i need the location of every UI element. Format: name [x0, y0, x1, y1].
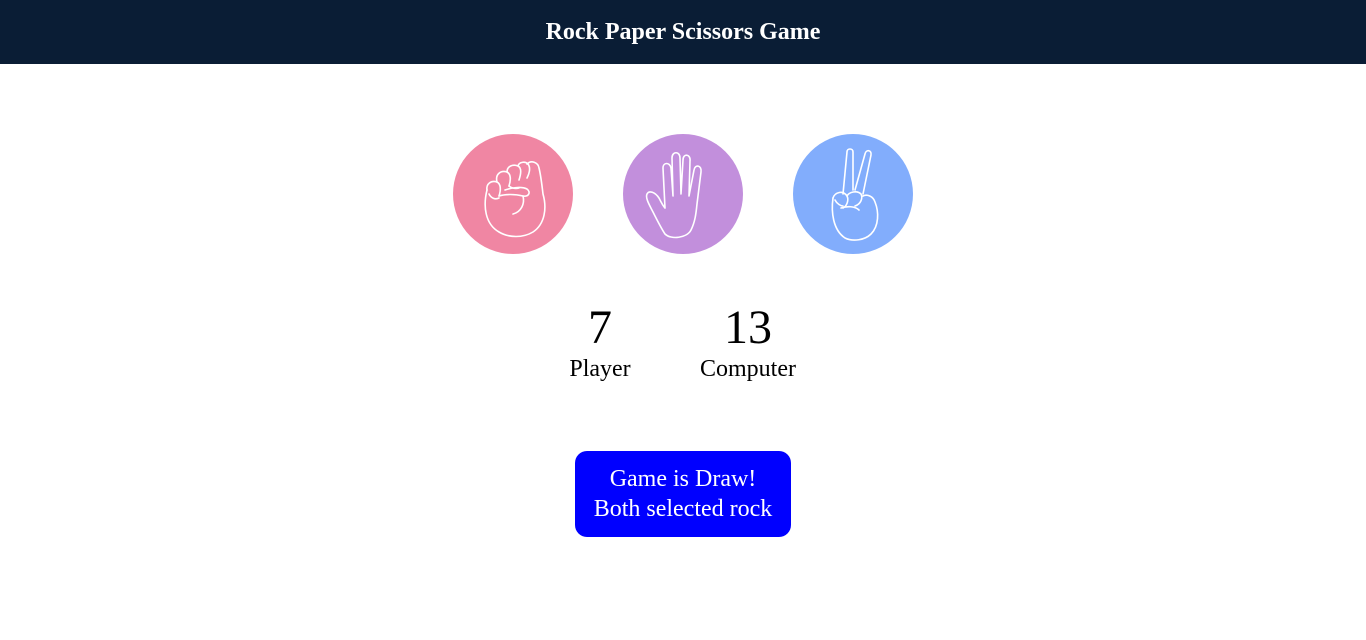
fist-icon — [484, 161, 546, 238]
player-score-label: Player — [569, 356, 631, 382]
rock-button[interactable] — [453, 134, 573, 254]
result-line-2: Both selected rock — [593, 496, 773, 522]
open-hand-icon — [645, 151, 702, 239]
player-score-value: 7 — [588, 301, 612, 354]
scissors-button[interactable] — [793, 134, 913, 254]
result-message: Game is Draw! Both selected rock — [575, 451, 791, 537]
result-line-1: Game is Draw! — [609, 466, 757, 492]
computer-score-label: Computer — [700, 356, 796, 382]
page-title: Rock Paper Scissors Game — [545, 18, 821, 45]
player-score: 7 Player — [560, 300, 640, 384]
computer-score: 13 Computer — [690, 300, 806, 384]
peace-hand-icon — [831, 148, 879, 241]
paper-button[interactable] — [623, 134, 743, 254]
app-header: Rock Paper Scissors Game — [0, 0, 1366, 64]
computer-score-value: 13 — [724, 301, 772, 354]
